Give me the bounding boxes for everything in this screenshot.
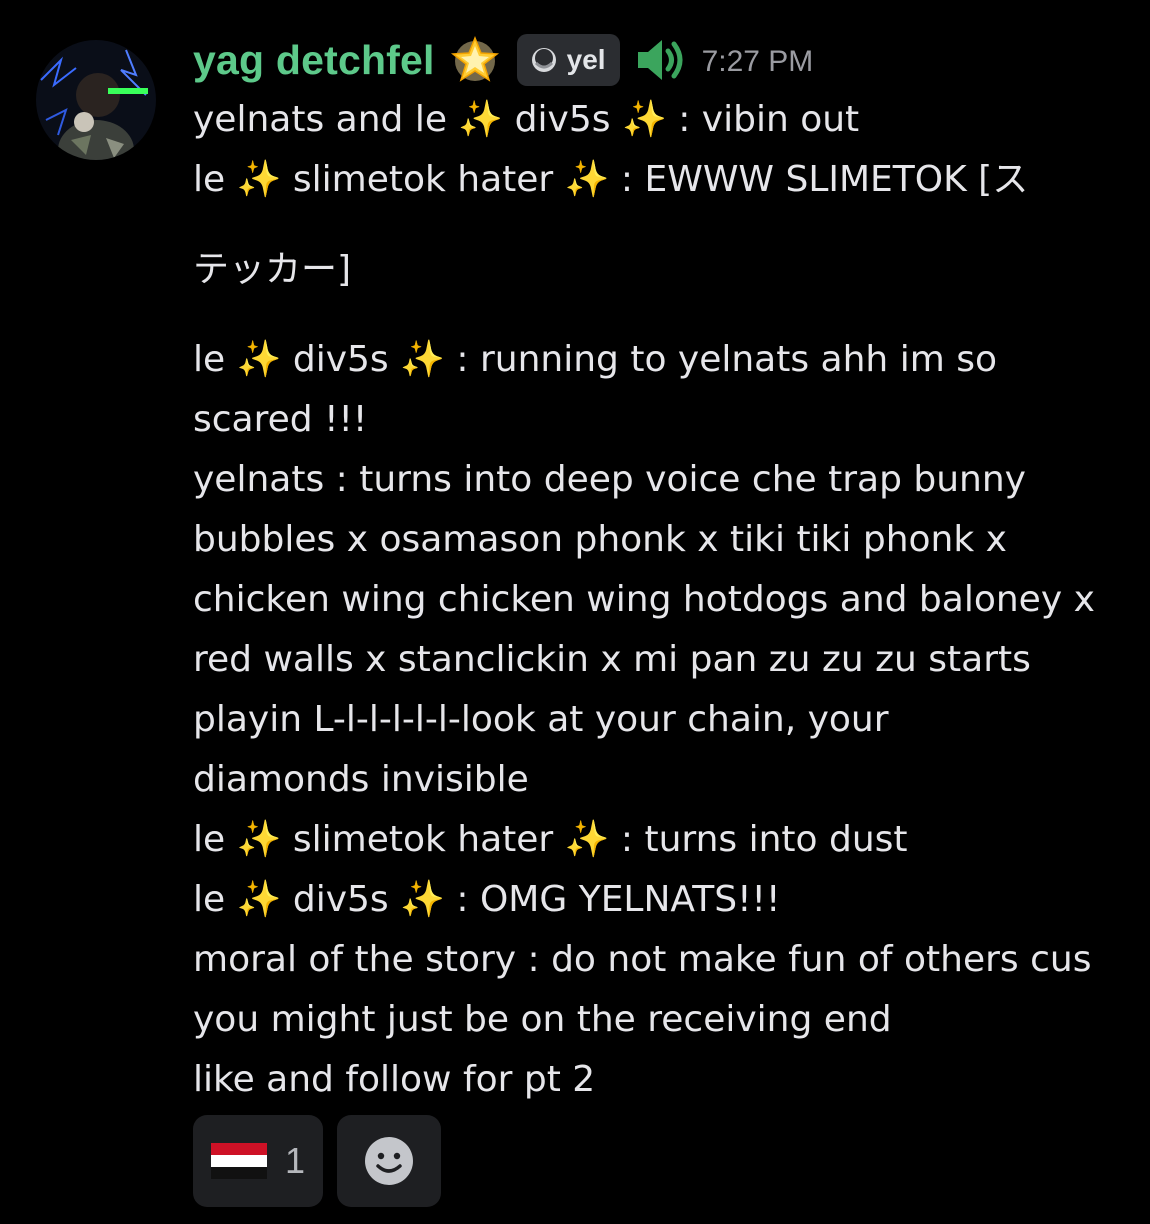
message-line: yelnats and le ✨ div5s ✨ : vibin out <box>193 99 860 140</box>
message-line-gap <box>193 300 1143 330</box>
add-reaction-smile-icon <box>362 1134 416 1188</box>
message-line: le ✨ div5s ✨ : running to yelnats ahh im… <box>193 339 997 380</box>
message-line: scared !!! <box>193 399 368 440</box>
message-line: テッカー] <box>193 249 352 290</box>
message-line: playin L-l-l-l-l-l-look at your chain, y… <box>193 699 889 740</box>
message-line: le ✨ div5s ✨ : OMG YELNATS!!! <box>193 879 781 920</box>
message-line-gap <box>193 210 1143 240</box>
username[interactable]: yag detchfel <box>193 37 435 84</box>
glowing-star-icon <box>449 34 501 86</box>
guild-tag-badge[interactable]: yel <box>516 34 620 86</box>
message-content: yelnats and le ✨ div5s ✨ : vibin out le … <box>193 90 1143 1110</box>
guild-tag-icon <box>529 45 559 75</box>
reaction-count: 1 <box>284 1140 306 1181</box>
message-line: like and follow for pt 2 <box>193 1059 596 1100</box>
yemen-flag-icon <box>210 1143 267 1179</box>
message-line: diamonds invisible <box>193 759 529 800</box>
chat-message: yag detchfel yel 7:27 PM yelnats and le … <box>0 0 1150 1224</box>
add-reaction-button[interactable] <box>337 1115 441 1207</box>
message-line: red walls x stanclickin x mi pan zu zu z… <box>193 639 1031 680</box>
message-line: chicken wing chicken wing hotdogs and ba… <box>193 579 1095 620</box>
avatar[interactable] <box>36 40 156 160</box>
reactions-bar: 1 <box>193 1115 441 1207</box>
message-header: yag detchfel yel 7:27 PM <box>193 30 813 90</box>
message-line: le ✨ slimetok hater ✨ : turns into dust <box>193 819 908 860</box>
message-line: moral of the story : do not make fun of … <box>193 939 1092 980</box>
reaction-yemen-flag[interactable]: 1 <box>193 1115 323 1207</box>
speaker-icon <box>634 33 688 87</box>
message-line: le ✨ slimetok hater ✨ : EWWW SLIMETOK [ス <box>193 159 1029 200</box>
message-timestamp: 7:27 PM <box>701 45 814 78</box>
message-line: bubbles x osamason phonk x tiki tiki pho… <box>193 519 1007 560</box>
guild-tag-label: yel <box>566 44 606 75</box>
message-line: you might just be on the receiving end <box>193 999 892 1040</box>
message-line: yelnats : turns into deep voice che trap… <box>193 459 1026 500</box>
